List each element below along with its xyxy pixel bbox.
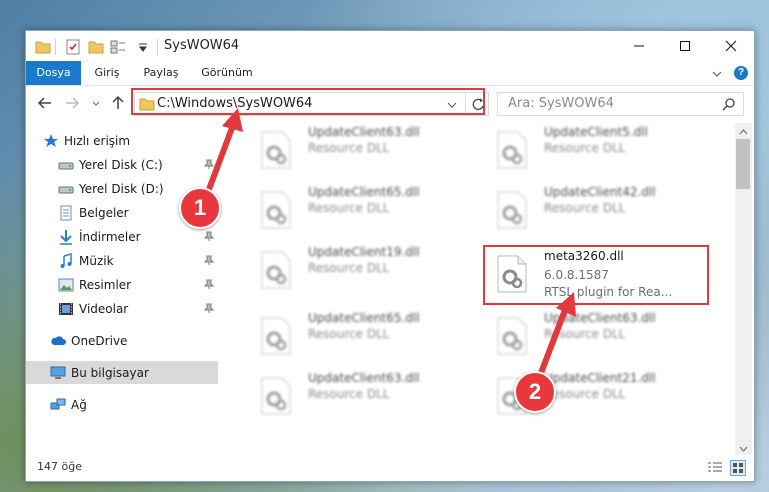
annotation-arrows [202, 108, 576, 375]
callout-1: 1 [179, 187, 221, 229]
callout-2: 2 [514, 371, 556, 413]
